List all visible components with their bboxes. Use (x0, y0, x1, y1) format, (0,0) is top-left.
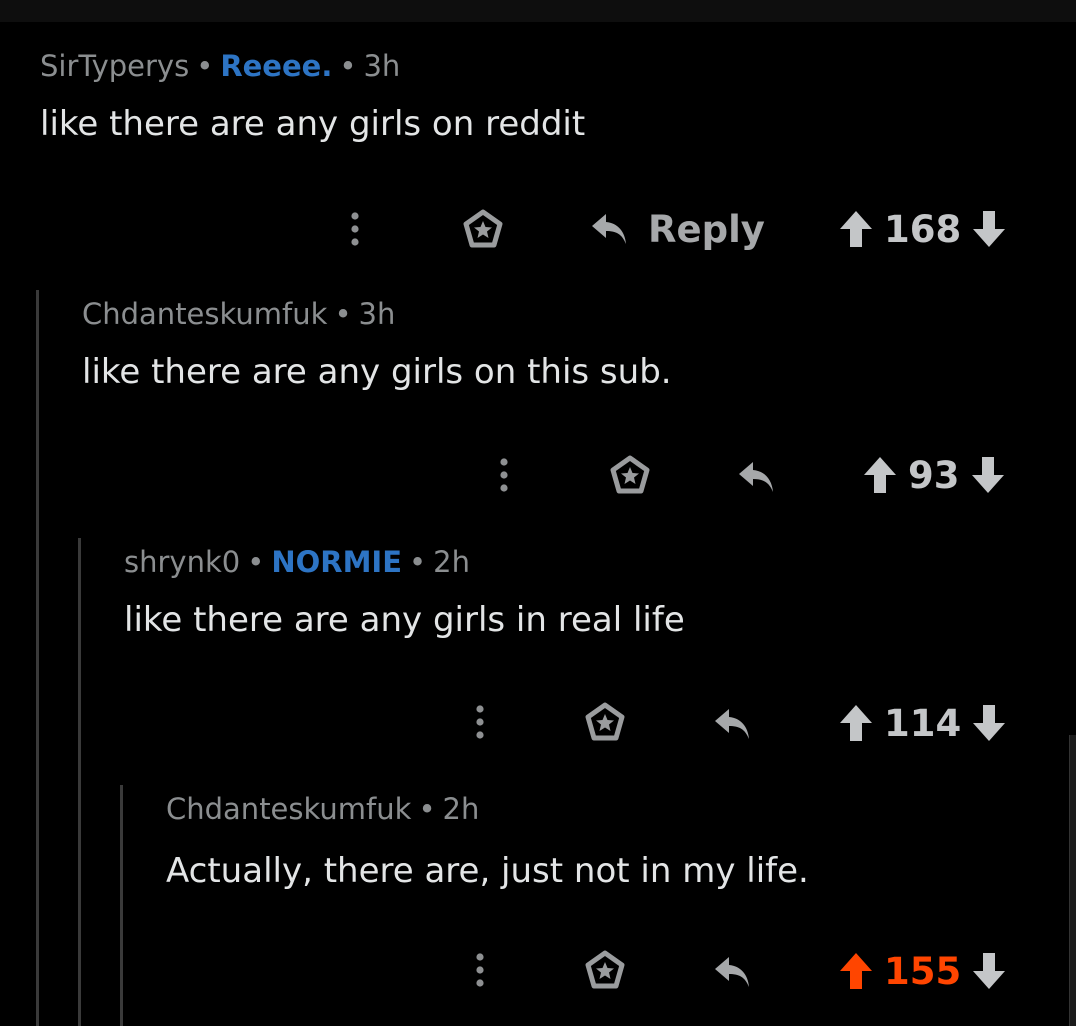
upvote-arrow-icon[interactable] (862, 455, 898, 495)
award-icon (463, 209, 503, 248)
vote-controls: 93 (862, 450, 1006, 500)
comment-age: 3h (358, 297, 396, 331)
vote-controls: 155 (838, 946, 1007, 996)
award-icon (585, 702, 625, 741)
top-bar (0, 0, 1076, 22)
reply-button[interactable]: Reply (590, 204, 765, 254)
more-options-button[interactable] (489, 452, 519, 498)
more-options-button[interactable] (465, 699, 495, 745)
award-button[interactable] (460, 206, 506, 252)
reply-arrow-icon (739, 462, 773, 492)
comment-body: Actually, there are, just not in my life… (166, 851, 809, 891)
comment-author[interactable]: shrynk0 (124, 545, 240, 579)
reply-button[interactable] (710, 699, 756, 749)
comment: SirTyperys • Reeee. • 3h like there are any … (40, 48, 585, 146)
comment-age: 3h (363, 49, 401, 83)
more-options-icon (476, 705, 484, 739)
comment-meta: Chdanteskumfuk • 2h (166, 792, 480, 826)
more-options-icon (500, 458, 508, 492)
comment-age: 2h (433, 545, 470, 579)
award-button[interactable] (607, 452, 653, 498)
reply-button[interactable] (734, 452, 780, 502)
user-flair: Reeee. (220, 49, 333, 83)
vote-controls: 168 (838, 204, 1007, 254)
downvote-arrow-icon[interactable] (971, 209, 1007, 249)
vote-score: 114 (884, 701, 962, 745)
comment-author[interactable]: SirTyperys (40, 49, 189, 83)
more-options-button[interactable] (340, 206, 370, 252)
vote-score: 93 (908, 453, 960, 497)
thread-line-level-2[interactable] (78, 538, 81, 1026)
downvote-arrow-icon[interactable] (970, 455, 1006, 495)
downvote-arrow-icon[interactable] (971, 951, 1007, 991)
thread-line-level-1[interactable] (36, 290, 39, 1026)
reply-label: Reply (648, 207, 765, 251)
thread-line-level-3[interactable] (120, 785, 123, 1026)
upvote-arrow-icon[interactable] (838, 209, 874, 249)
reply-arrow-icon (715, 957, 749, 987)
comment-age: 2h (442, 792, 480, 826)
comment: Chdanteskumfuk • 2h Actually, there are, j… (166, 791, 809, 893)
comment-body: like there are any girls in real life (124, 600, 685, 640)
more-options-button[interactable] (465, 947, 495, 993)
award-button[interactable] (582, 947, 628, 993)
comment: Chdanteskumfuk • 3h like there are any gir… (82, 296, 672, 394)
downvote-arrow-icon[interactable] (971, 703, 1007, 743)
upvote-arrow-icon[interactable] (838, 951, 874, 991)
comment-body: like there are any girls on this sub. (82, 352, 672, 392)
comment-body: like there are any girls on reddit (40, 104, 586, 144)
upvote-arrow-icon[interactable] (838, 703, 874, 743)
comment: shrynk0 • NORMIE • 2h like there are any gir… (124, 544, 685, 642)
comment-meta: SirTyperys • Reeee. • 3h (40, 49, 401, 83)
scrollbar[interactable] (1069, 735, 1076, 1026)
vote-score: 155 (884, 949, 962, 993)
comment-author[interactable]: Chdanteskumfuk (82, 297, 327, 331)
user-flair: NORMIE (271, 545, 403, 579)
vote-controls: 114 (838, 698, 1007, 748)
award-icon (610, 455, 650, 494)
reply-arrow-icon (592, 214, 626, 244)
more-options-icon (476, 953, 484, 987)
award-button[interactable] (582, 699, 628, 745)
comment-meta: Chdanteskumfuk • 3h (82, 297, 396, 331)
comment-author[interactable]: Chdanteskumfuk (166, 792, 411, 826)
reply-button[interactable] (710, 947, 756, 997)
award-icon (585, 950, 625, 989)
comment-meta: shrynk0 • NORMIE • 2h (124, 545, 470, 579)
vote-score: 168 (884, 207, 962, 251)
reply-arrow-icon (715, 709, 749, 739)
more-options-icon (351, 212, 359, 246)
